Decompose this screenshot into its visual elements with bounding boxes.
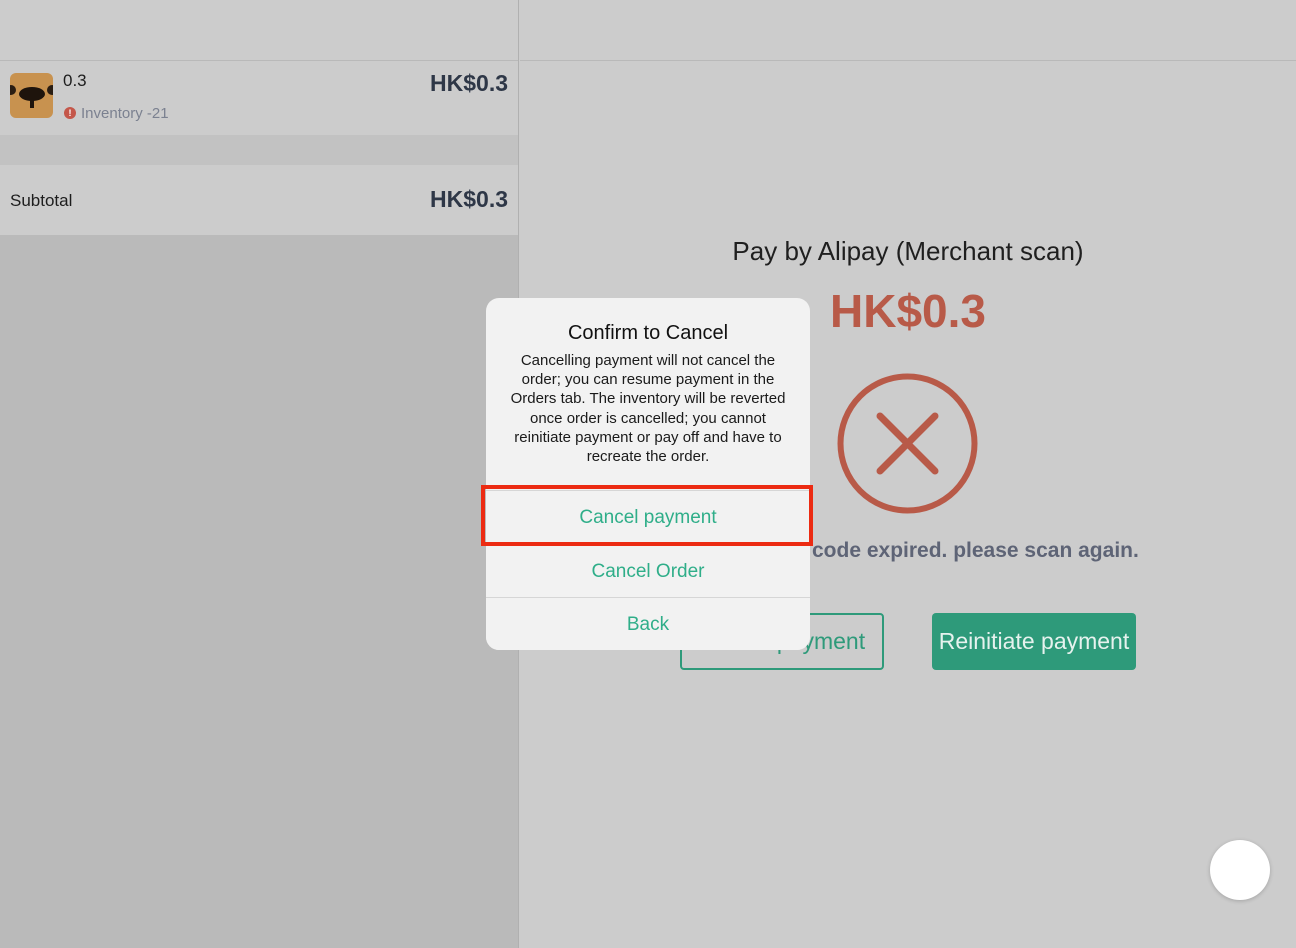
error-x-circle-icon [837,373,978,514]
item-price: HK$0.3 [430,70,508,96]
floating-action-button[interactable] [1210,840,1270,900]
item-name: 0.3 [63,71,87,90]
dialog-title: Confirm to Cancel [567,322,729,344]
exclamation-icon: ! [64,107,76,119]
subtotal-label: Subtotal [10,191,73,210]
confirm-cancel-dialog: Confirm to Cancel Cancelling payment wil… [486,298,810,650]
item-inventory: Inventory -21 [81,105,169,122]
dialog-message: Cancelling payment will not cancel the o… [510,352,786,466]
status-message: code expired. please scan again. [812,539,1139,562]
highlight-box [481,485,813,546]
subtotal-value: HK$0.3 [430,186,508,212]
divider [0,135,518,165]
subtotal-row: Subtotal HK$0.3 [0,165,518,235]
payment-header [520,0,1296,61]
cart-header [0,0,518,61]
product-thumbnail [10,73,53,118]
payment-title: Pay by Alipay (Merchant scan) [732,236,1084,266]
cart-panel: 0.3 ! Inventory -21 HK$0.3 Subtotal HK$0… [0,0,519,948]
dialog-cancel-order-button[interactable]: Cancel Order [486,544,810,597]
cart-item-row[interactable]: 0.3 ! Inventory -21 HK$0.3 [0,61,518,135]
dialog-back-button[interactable]: Back [486,597,810,650]
reinitiate-payment-button[interactable]: Reinitiate payment [932,613,1136,670]
